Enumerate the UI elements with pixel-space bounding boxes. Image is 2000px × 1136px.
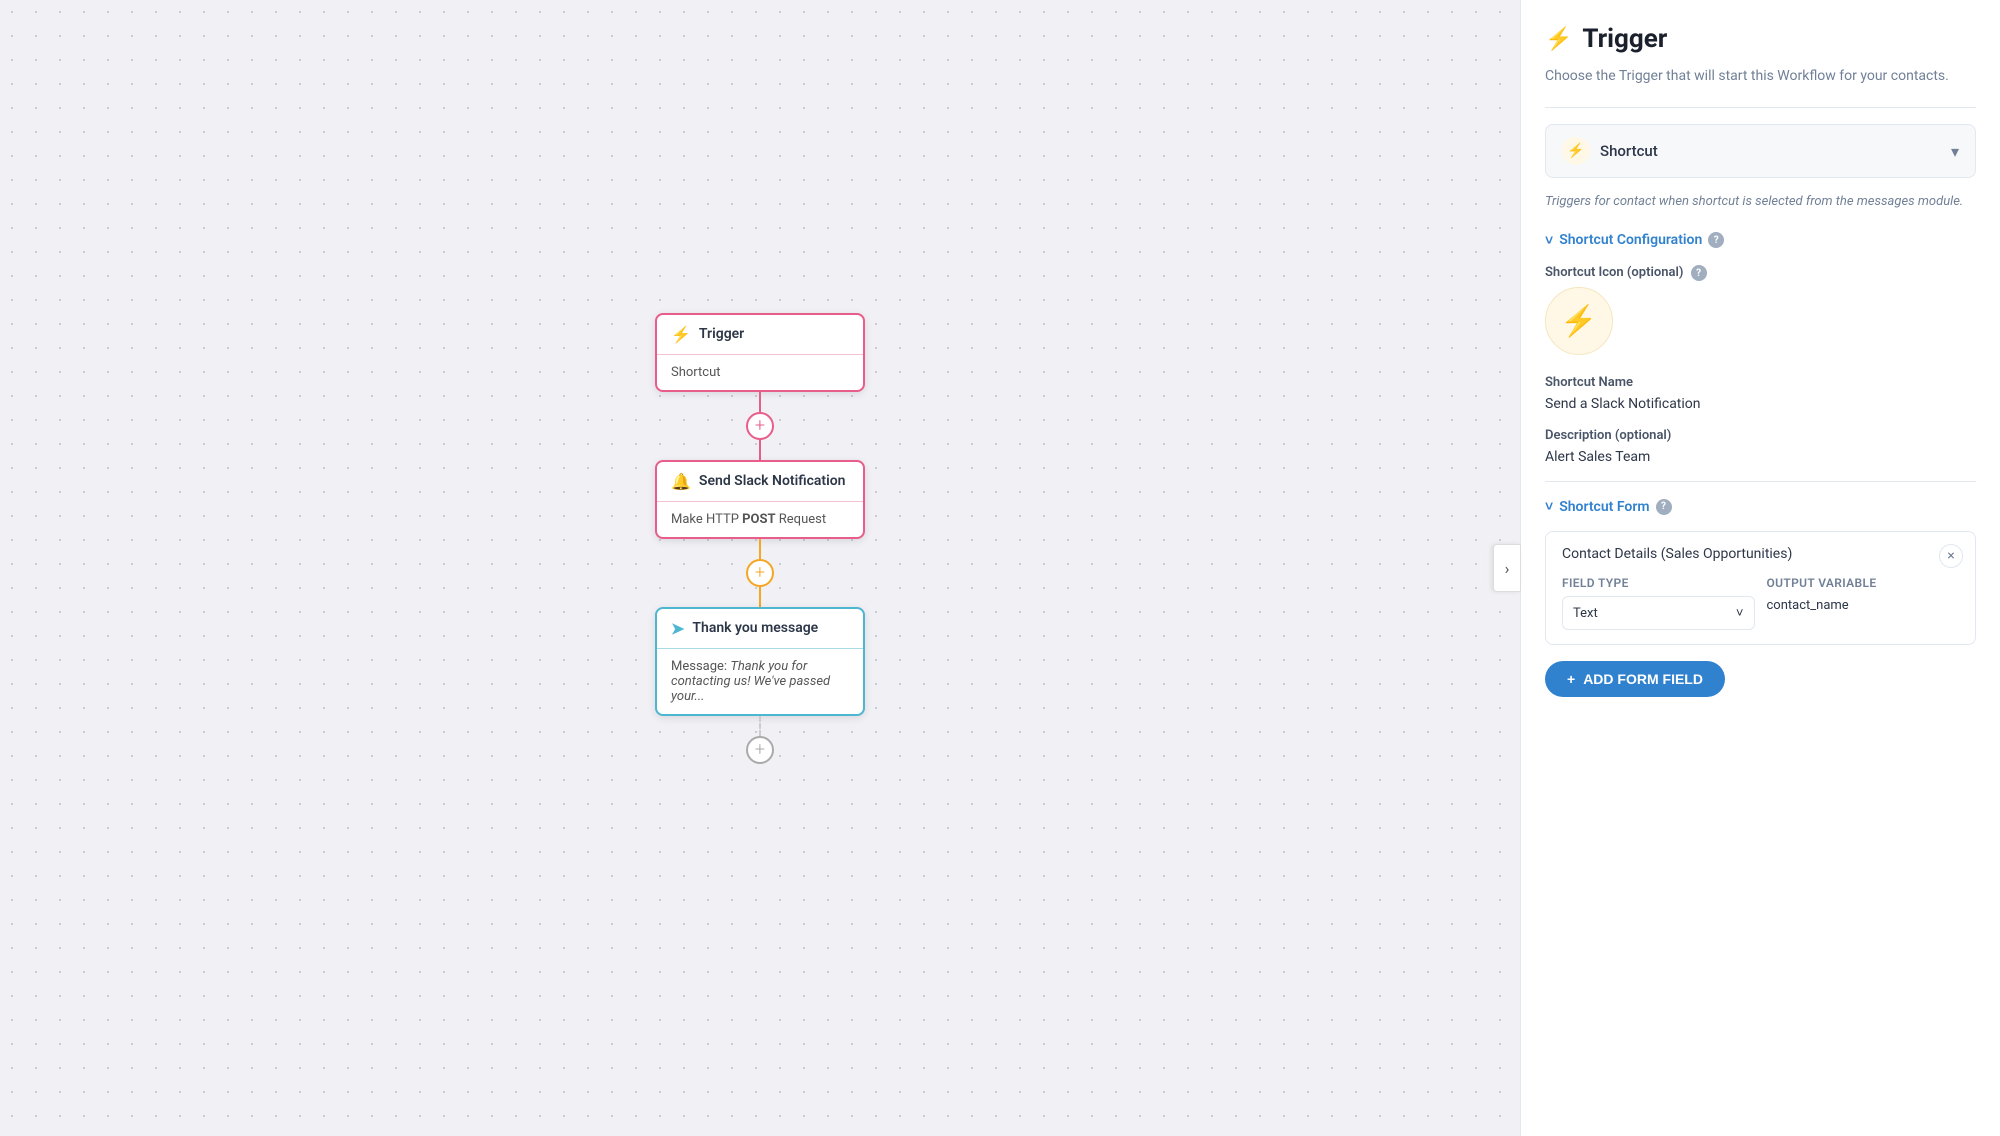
shortcut-name-label: Shortcut Name	[1545, 375, 1976, 390]
add-btn-1[interactable]: +	[746, 412, 774, 440]
form-field-name: Contact Details (Sales Opportunities)	[1562, 546, 1959, 562]
add-btn-2[interactable]: +	[746, 559, 774, 587]
message-icon: ➤	[671, 619, 684, 638]
add-form-field-label: ADD FORM FIELD	[1583, 671, 1703, 687]
dropdown-icon: ⚡	[1567, 143, 1584, 159]
add-form-field-button[interactable]: + ADD FORM FIELD	[1545, 661, 1725, 697]
output-var-col-label: Output Variable	[1767, 576, 1960, 590]
panel-title-icon: ⚡	[1545, 27, 1572, 52]
thank-you-node-header: ➤ Thank you message	[657, 609, 863, 649]
slack-content-suffix: Request	[776, 512, 827, 527]
description-value: Alert Sales Team	[1545, 449, 1976, 465]
trigger-shortcut: Shortcut	[671, 365, 721, 380]
line-2a	[759, 539, 761, 559]
shortcut-icon-label-text: Shortcut Icon (optional)	[1545, 265, 1683, 280]
slack-content: Make HTTP POST Request	[657, 502, 863, 537]
shortcut-name-value: Send a Slack Notification	[1545, 396, 1976, 412]
line-1a	[759, 392, 761, 412]
form-field-close-btn[interactable]: ×	[1939, 544, 1963, 568]
slack-content-bold: POST	[742, 512, 775, 527]
slack-node[interactable]: 🔔 Send Slack Notification Make HTTP POST…	[655, 460, 865, 539]
line-2b	[759, 587, 761, 607]
field-type-chevron: ˅	[1736, 605, 1744, 621]
workflow-nodes: ⚡ Trigger Shortcut + 🔔 Send Slack Notifi…	[655, 313, 865, 764]
output-var-col: Output Variable contact_name	[1767, 576, 1960, 630]
field-type-col: Field Type Text ˅	[1562, 576, 1755, 630]
trigger-node[interactable]: ⚡ Trigger Shortcut	[655, 313, 865, 392]
field-type-select[interactable]: Text ˅	[1562, 596, 1755, 630]
trigger-dropdown[interactable]: ⚡ Shortcut ▾	[1545, 124, 1976, 178]
shortcut-form-chevron: ˅	[1545, 498, 1553, 515]
collapse-chevron: ›	[1505, 559, 1510, 578]
shortcut-icon-emoji: ⚡	[1560, 304, 1597, 339]
form-field-row: Field Type Text ˅ Output Variable contac…	[1562, 576, 1959, 630]
shortcut-form-label: Shortcut Form	[1559, 499, 1649, 515]
shortcut-form-help-icon[interactable]: ?	[1656, 499, 1672, 515]
dropdown-chevron: ▾	[1951, 142, 1959, 161]
connector-2: +	[746, 539, 774, 607]
dropdown-left: ⚡ Shortcut	[1562, 137, 1658, 165]
shortcut-config-section-header[interactable]: ˅ Shortcut Configuration ?	[1545, 232, 1976, 249]
output-var-value: contact_name	[1767, 596, 1960, 615]
shortcut-config-chevron: ˅	[1545, 232, 1553, 249]
shortcut-form-section-header[interactable]: ˅ Shortcut Form ?	[1545, 498, 1976, 515]
trigger-node-header: ⚡ Trigger	[657, 315, 863, 355]
divider-1	[1545, 107, 1976, 108]
line-3a	[759, 716, 761, 736]
thank-you-content: Message: Thank you for contacting us! We…	[657, 649, 863, 714]
workflow-canvas: ⚡ Trigger Shortcut + 🔔 Send Slack Notifi…	[0, 0, 1520, 1136]
add-form-field-icon: +	[1567, 671, 1575, 687]
connector-3: +	[746, 716, 774, 764]
trigger-content: Shortcut	[657, 355, 863, 390]
line-1b	[759, 440, 761, 460]
shortcut-icon-label: Shortcut Icon (optional) ?	[1545, 265, 1976, 282]
trigger-icon: ⚡	[671, 325, 691, 344]
shortcut-icon-preview[interactable]: ⚡	[1545, 287, 1613, 355]
slack-icon: 🔔	[671, 472, 691, 491]
field-type-value: Text	[1573, 606, 1598, 621]
slack-label: Send Slack Notification	[699, 473, 846, 489]
field-type-col-label: Field Type	[1562, 576, 1755, 590]
panel-title-row: ⚡ Trigger	[1545, 24, 1976, 54]
trigger-description: Triggers for contact when shortcut is se…	[1545, 192, 1976, 212]
message-prefix: Message:	[671, 659, 730, 674]
slack-content-prefix: Make HTTP	[671, 512, 742, 527]
shortcut-config-label: Shortcut Configuration	[1559, 232, 1702, 248]
shortcut-config-help-icon[interactable]: ?	[1708, 232, 1724, 248]
form-field-card: Contact Details (Sales Opportunities) × …	[1545, 531, 1976, 645]
trigger-label: Trigger	[699, 326, 744, 342]
slack-node-header: 🔔 Send Slack Notification	[657, 462, 863, 502]
right-panel: ⚡ Trigger Choose the Trigger that will s…	[1520, 0, 2000, 1136]
divider-2	[1545, 481, 1976, 482]
description-label: Description (optional)	[1545, 428, 1976, 443]
collapse-panel-button[interactable]: ›	[1493, 544, 1521, 592]
panel-subtitle: Choose the Trigger that will start this …	[1545, 66, 1976, 87]
dropdown-icon-bg: ⚡	[1562, 137, 1590, 165]
connector-1: +	[746, 392, 774, 460]
close-icon: ×	[1947, 548, 1954, 564]
thank-you-node[interactable]: ➤ Thank you message Message: Thank you f…	[655, 607, 865, 716]
thank-you-label: Thank you message	[692, 620, 818, 636]
add-btn-3[interactable]: +	[746, 736, 774, 764]
shortcut-icon-help[interactable]: ?	[1691, 265, 1707, 281]
dropdown-label: Shortcut	[1600, 142, 1658, 160]
panel-title: Trigger	[1582, 24, 1667, 54]
